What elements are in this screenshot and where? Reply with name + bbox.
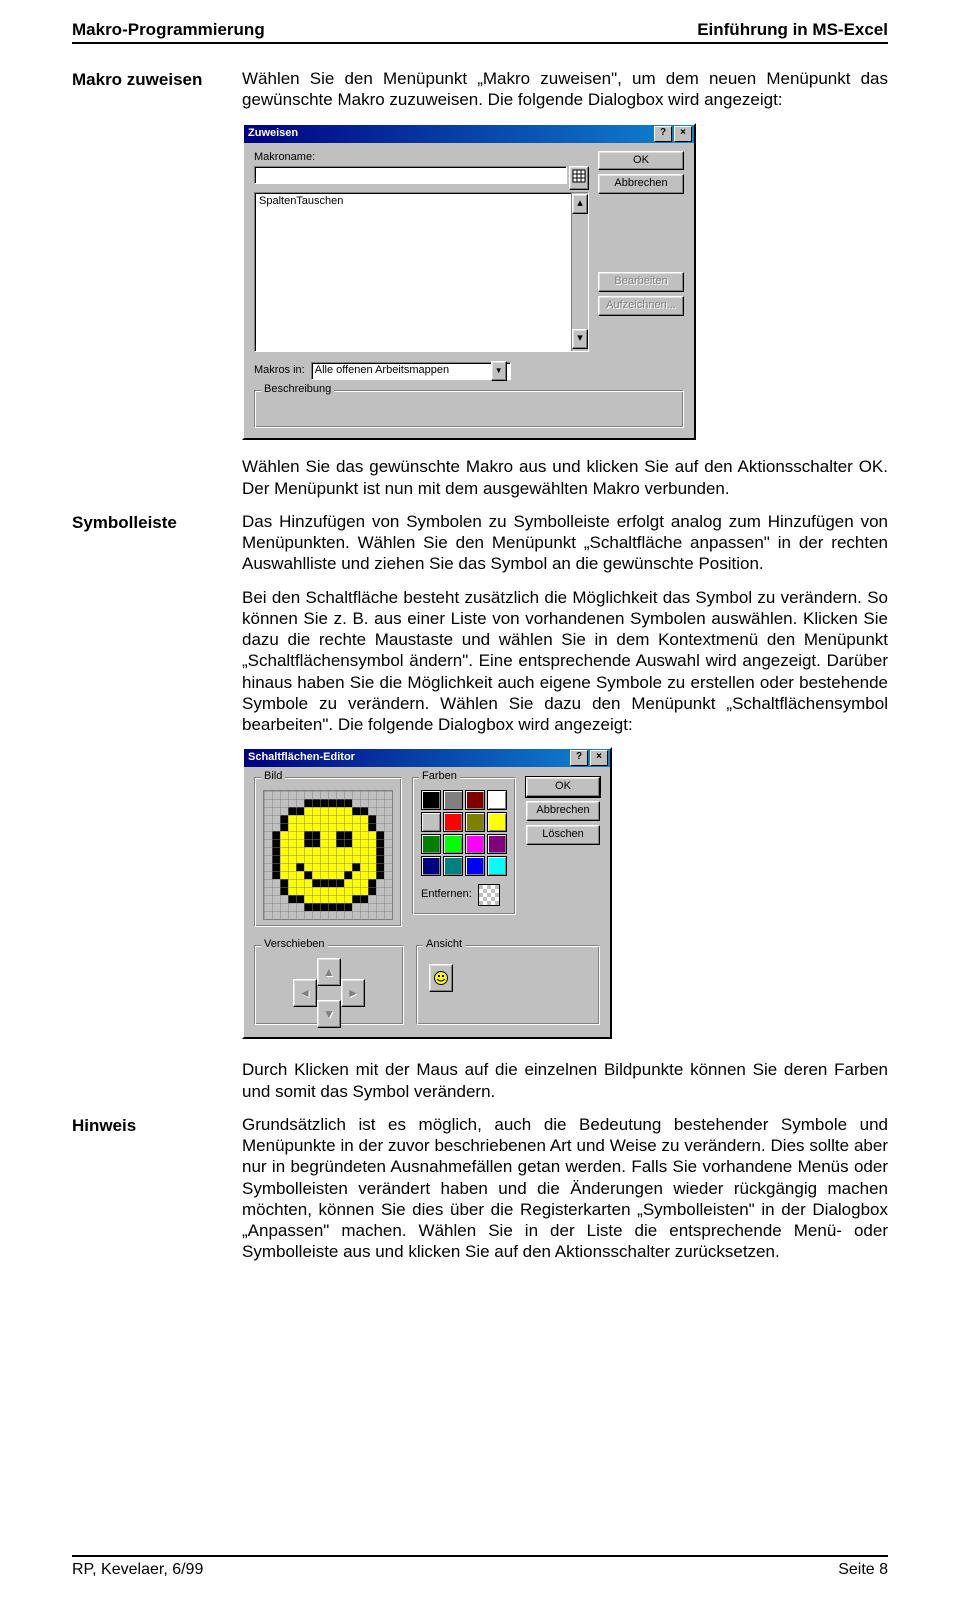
dialog-titlebar[interactable]: Zuweisen ? × (244, 125, 694, 143)
help-icon[interactable]: ? (570, 750, 588, 766)
preview-group: Ansicht (416, 945, 600, 1025)
cancel-button[interactable]: Abbrechen (598, 174, 684, 194)
color-swatch[interactable] (465, 856, 485, 876)
preview-button (429, 964, 453, 992)
color-swatch[interactable] (465, 790, 485, 810)
color-swatch[interactable] (443, 856, 463, 876)
dialog-title: Schaltflächen-Editor (248, 751, 355, 765)
scrollbar[interactable]: ▴ ▾ (571, 193, 588, 351)
color-palette[interactable] (421, 790, 507, 876)
group-label: Bild (261, 770, 285, 784)
smiley-icon (264, 791, 392, 919)
ok-button[interactable]: OK (598, 151, 684, 171)
header-right: Einführung in MS-Excel (697, 20, 888, 40)
section-makro-zuweisen: Makro zuweisen Wählen Sie den Menüpunkt … (72, 68, 888, 511)
color-swatch[interactable] (421, 790, 441, 810)
grid-icon (572, 169, 586, 183)
description-label: Beschreibung (261, 383, 334, 397)
document-page: Makro-Programmierung Einführung in MS-Ex… (0, 0, 960, 1601)
dialog-title: Zuweisen (248, 127, 298, 141)
section-label: Symbolleiste (72, 511, 242, 533)
scroll-up-icon[interactable]: ▴ (572, 194, 588, 214)
smiley-icon (433, 970, 449, 986)
record-button: Aufzeichnen... (598, 296, 684, 316)
color-swatch[interactable] (487, 834, 507, 854)
move-group: Verschieben ▲ ▼ ◄ ► (254, 945, 404, 1025)
color-palette-group: Farben Entfernen: (412, 777, 516, 915)
group-label: Farben (419, 770, 460, 784)
paragraph: Das Hinzufügen von Symbolen zu Symbollei… (242, 511, 888, 575)
dialog-titlebar[interactable]: Schaltflächen-Editor ? × (244, 749, 610, 767)
help-icon[interactable]: ? (654, 126, 672, 142)
color-swatch[interactable] (443, 812, 463, 832)
color-swatch[interactable] (421, 834, 441, 854)
macroname-input[interactable] (254, 166, 567, 184)
clear-button[interactable]: Löschen (526, 825, 600, 845)
page-footer: RP, Kevelaer, 6/99 Seite 8 (72, 1555, 888, 1579)
color-swatch[interactable] (465, 834, 485, 854)
edit-button: Bearbeiten (598, 272, 684, 292)
paragraph: Bei den Schaltfläche besteht zusätzlich … (242, 587, 888, 736)
color-swatch[interactable] (487, 812, 507, 832)
header-left: Makro-Programmierung (72, 20, 265, 40)
arrow-down-button[interactable]: ▼ (317, 1000, 341, 1028)
paragraph: Wählen Sie das gewünschte Makro aus und … (242, 456, 888, 499)
button-editor-dialog: Schaltflächen-Editor ? × Bild (242, 747, 612, 1039)
color-swatch[interactable] (443, 790, 463, 810)
macros-in-label: Makros in: (254, 364, 305, 378)
section-hinweis: Hinweis Grundsätzlich ist es möglich, au… (72, 1114, 888, 1275)
color-swatch[interactable] (487, 790, 507, 810)
page-header: Makro-Programmierung Einführung in MS-Ex… (72, 20, 888, 40)
macro-picker-button[interactable] (569, 166, 589, 190)
arrow-up-button[interactable]: ▲ (317, 958, 341, 986)
remove-label: Entfernen: (421, 888, 472, 902)
group-label: Verschieben (261, 938, 328, 952)
color-swatch[interactable] (443, 834, 463, 854)
chevron-down-icon[interactable]: ▼ (491, 361, 507, 381)
macros-in-value: Alle offenen Arbeitsmappen (315, 364, 449, 378)
group-label: Ansicht (423, 938, 465, 952)
list-item[interactable]: SpaltenTauschen (255, 193, 588, 211)
macro-listbox[interactable]: SpaltenTauschen ▴ ▾ (254, 192, 589, 352)
cancel-button[interactable]: Abbrechen (526, 801, 600, 821)
header-rule (72, 42, 888, 44)
arrow-right-button[interactable]: ► (341, 979, 365, 1007)
pixel-editor-group: Bild (254, 777, 402, 927)
transparent-swatch[interactable] (478, 884, 500, 906)
paragraph: Durch Klicken mit der Maus auf die einze… (242, 1059, 888, 1102)
footer-left: RP, Kevelaer, 6/99 (72, 1561, 203, 1579)
section-symbolleiste: Symbolleiste Das Hinzufügen von Symbolen… (72, 511, 888, 1114)
paragraph: Grundsätzlich ist es möglich, auch die B… (242, 1114, 888, 1263)
arrow-left-button[interactable]: ◄ (293, 979, 317, 1007)
color-swatch[interactable] (421, 856, 441, 876)
ok-button[interactable]: OK (526, 777, 600, 797)
assign-dialog: Zuweisen ? × Makroname: Spa (242, 123, 696, 441)
paragraph: Wählen Sie den Menüpunkt „Makro zuweisen… (242, 68, 888, 111)
pixel-canvas[interactable] (263, 790, 393, 920)
color-swatch[interactable] (421, 812, 441, 832)
color-swatch[interactable] (465, 812, 485, 832)
color-swatch[interactable] (487, 856, 507, 876)
section-label: Makro zuweisen (72, 68, 242, 90)
footer-right: Seite 8 (838, 1561, 888, 1579)
close-icon[interactable]: × (674, 126, 692, 142)
section-label: Hinweis (72, 1114, 242, 1136)
scroll-down-icon[interactable]: ▾ (572, 329, 588, 349)
macros-in-select[interactable]: Alle offenen Arbeitsmappen ▼ (311, 362, 511, 380)
close-icon[interactable]: × (590, 750, 608, 766)
